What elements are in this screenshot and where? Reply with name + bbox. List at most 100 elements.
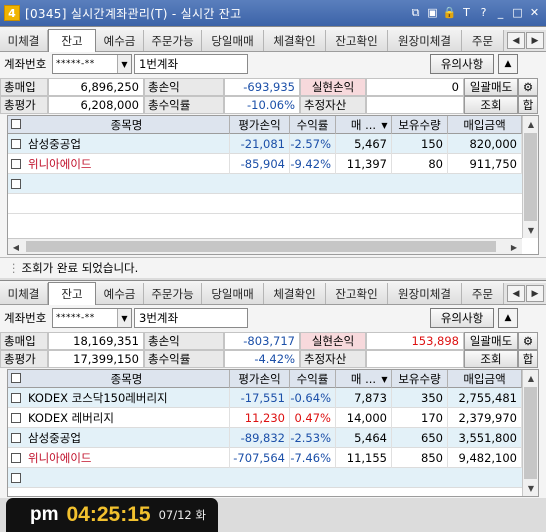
tab-2[interactable]: 예수금 <box>96 30 144 51</box>
cell-name: 삼성중공업 <box>24 134 230 154</box>
tab-next-icon[interactable]: ▶ <box>526 285 544 302</box>
column-header-4[interactable]: 보유수량 <box>392 116 448 134</box>
row-checkbox[interactable] <box>11 393 21 403</box>
column-header-0[interactable]: 종목명 <box>24 370 230 388</box>
window-link-icon[interactable]: ⧉ <box>408 4 423 21</box>
select-all-checkbox[interactable] <box>11 119 21 129</box>
column-filter-icon[interactable]: ▼ <box>378 370 392 388</box>
tab-scroll-arrows: ◀ ▶ <box>507 285 544 302</box>
summary-total-return-label: 총수익률 <box>144 350 224 368</box>
scroll-right-icon[interactable]: ▶ <box>506 239 522 255</box>
select-all-checkbox[interactable] <box>11 373 21 383</box>
summary-row: 총매입 18,169,351 총손익 -803,717 실현손익 153,898 일괄매도 ⚙ <box>0 332 546 350</box>
tab-8[interactable]: 주문 <box>462 283 504 304</box>
window-split-icon[interactable]: ▣ <box>425 4 440 21</box>
tab-1[interactable]: 잔고 <box>48 29 96 52</box>
column-header-2[interactable]: 수익률 <box>290 116 336 134</box>
horizontal-scrollbar[interactable]: ◀ ▶ <box>8 238 522 254</box>
column-header-0[interactable]: 종목명 <box>24 116 230 134</box>
cell-rate: -2.57% <box>290 134 336 154</box>
tab-1[interactable]: 잔고 <box>48 282 96 305</box>
tab-next-icon[interactable]: ▶ <box>526 32 544 49</box>
notice-button[interactable]: 유의사항 <box>430 308 494 328</box>
table-row[interactable] <box>8 468 522 488</box>
column-header-4[interactable]: 보유수량 <box>392 370 448 388</box>
column-header-5[interactable]: 매입금액 <box>448 370 522 388</box>
tab-6[interactable]: 잔고확인 <box>326 30 388 51</box>
table-row[interactable]: 위니아에이드 -707,564 -7.46% 11,155 850 9,482,100 <box>8 448 522 468</box>
column-header-1[interactable]: 평가손익 <box>230 370 290 388</box>
account-number-select[interactable]: *****-** ▼ <box>52 308 132 328</box>
row-checkbox[interactable] <box>11 433 21 443</box>
lock-icon[interactable]: 🔒 <box>442 4 457 21</box>
row-checkbox[interactable] <box>11 453 21 463</box>
settings-gear-icon[interactable]: ⚙ <box>518 78 538 96</box>
column-header-5[interactable]: 매입금액 <box>448 116 522 134</box>
collapse-up-icon[interactable]: ▲ <box>498 308 518 328</box>
tab-bar: 미체결 잔고 예수금 주문가능 당일매매 체결확인 잔고확인 원장미체결 주문 ◀ ▶ <box>0 29 546 52</box>
tab-5[interactable]: 체결확인 <box>264 30 326 51</box>
column-header-1[interactable]: 평가손익 <box>230 116 290 134</box>
scroll-left-icon[interactable]: ◀ <box>8 239 24 255</box>
bulk-sell-button[interactable]: 일괄매도 <box>464 332 518 350</box>
table-row[interactable] <box>8 174 522 194</box>
tab-6[interactable]: 잔고확인 <box>326 283 388 304</box>
tab-2[interactable]: 예수금 <box>96 283 144 304</box>
query-button[interactable]: 조회 <box>464 96 518 114</box>
table-row[interactable] <box>8 194 522 214</box>
table-row[interactable]: 삼성중공업 -21,081 -2.57% 5,467 150 820,000 <box>8 134 522 154</box>
close-icon[interactable]: ✕ <box>527 4 542 21</box>
bulk-sell-button[interactable]: 일괄매도 <box>464 78 518 96</box>
horizontal-scroll-thumb[interactable] <box>26 241 496 252</box>
vertical-scroll-thumb[interactable] <box>524 387 537 479</box>
scroll-up-icon[interactable]: ▲ <box>523 370 539 386</box>
table-row[interactable]: 삼성중공업 -89,832 -2.53% 5,464 650 3,551,800 <box>8 428 522 448</box>
tab-4[interactable]: 당일매매 <box>202 283 264 304</box>
tab-3[interactable]: 주문가능 <box>144 283 202 304</box>
tab-prev-icon[interactable]: ◀ <box>507 32 525 49</box>
row-checkbox[interactable] <box>11 159 21 169</box>
tab-0[interactable]: 미체결 <box>0 283 48 304</box>
tab-5[interactable]: 체결확인 <box>264 283 326 304</box>
maximize-icon[interactable]: □ <box>510 4 525 21</box>
scroll-up-icon[interactable]: ▲ <box>523 116 539 132</box>
grid-header: 종목명 평가손익 수익률 매 ... 보유수량 매입금액 ▼ <box>8 370 522 388</box>
tab-prev-icon[interactable]: ◀ <box>507 285 525 302</box>
table-row[interactable]: 위니아에이드 -85,904 -9.42% 11,397 80 911,750 <box>8 154 522 174</box>
tab-0[interactable]: 미체결 <box>0 30 48 51</box>
account-row: 계좌번호 *****-** ▼ 3번계좌 유의사항 ▲ <box>0 306 546 330</box>
tab-7[interactable]: 원장미체결 <box>388 30 462 51</box>
vertical-scroll-thumb[interactable] <box>524 133 537 221</box>
scroll-down-icon[interactable]: ▼ <box>523 480 539 496</box>
row-checkbox[interactable] <box>11 179 21 189</box>
collapse-up-icon[interactable]: ▲ <box>498 54 518 74</box>
table-row[interactable]: KODEX 코스닥150레버리지 -17,551 -0.64% 7,873 350 2,7… <box>8 388 522 408</box>
column-filter-icon[interactable]: ▼ <box>378 116 392 134</box>
chevron-down-icon[interactable]: ▼ <box>117 55 131 73</box>
vertical-scrollbar[interactable]: ▲ ▼ <box>522 370 538 496</box>
font-icon[interactable]: T <box>459 4 474 21</box>
sum-button[interactable]: 합 <box>518 350 538 368</box>
tab-4[interactable]: 당일매매 <box>202 30 264 51</box>
table-row[interactable]: KODEX 레버리지 11,230 0.47% 14,000 170 2,379,970 <box>8 408 522 428</box>
sum-button[interactable]: 합 <box>518 96 538 114</box>
help-icon[interactable]: ? <box>476 4 491 21</box>
tab-8[interactable]: 주문 <box>462 30 504 51</box>
tab-7[interactable]: 원장미체결 <box>388 283 462 304</box>
tab-3[interactable]: 주문가능 <box>144 30 202 51</box>
row-checkbox[interactable] <box>11 139 21 149</box>
settings-gear-icon[interactable]: ⚙ <box>518 332 538 350</box>
account-label: 계좌번호 <box>4 311 47 325</box>
notice-button[interactable]: 유의사항 <box>430 54 494 74</box>
vertical-scrollbar[interactable]: ▲ ▼ <box>522 116 538 238</box>
chevron-down-icon[interactable]: ▼ <box>117 309 131 327</box>
row-checkbox[interactable] <box>11 473 21 483</box>
query-button[interactable]: 조회 <box>464 350 518 368</box>
summary-est-asset-label: 추정자산 <box>300 350 366 368</box>
account-number-select[interactable]: *****-** ▼ <box>52 54 132 74</box>
cell-buy_price: 5,464 <box>336 428 392 448</box>
scroll-down-icon[interactable]: ▼ <box>523 222 539 238</box>
row-checkbox[interactable] <box>11 413 21 423</box>
column-header-2[interactable]: 수익률 <box>290 370 336 388</box>
minimize-icon[interactable]: _ <box>493 4 508 21</box>
